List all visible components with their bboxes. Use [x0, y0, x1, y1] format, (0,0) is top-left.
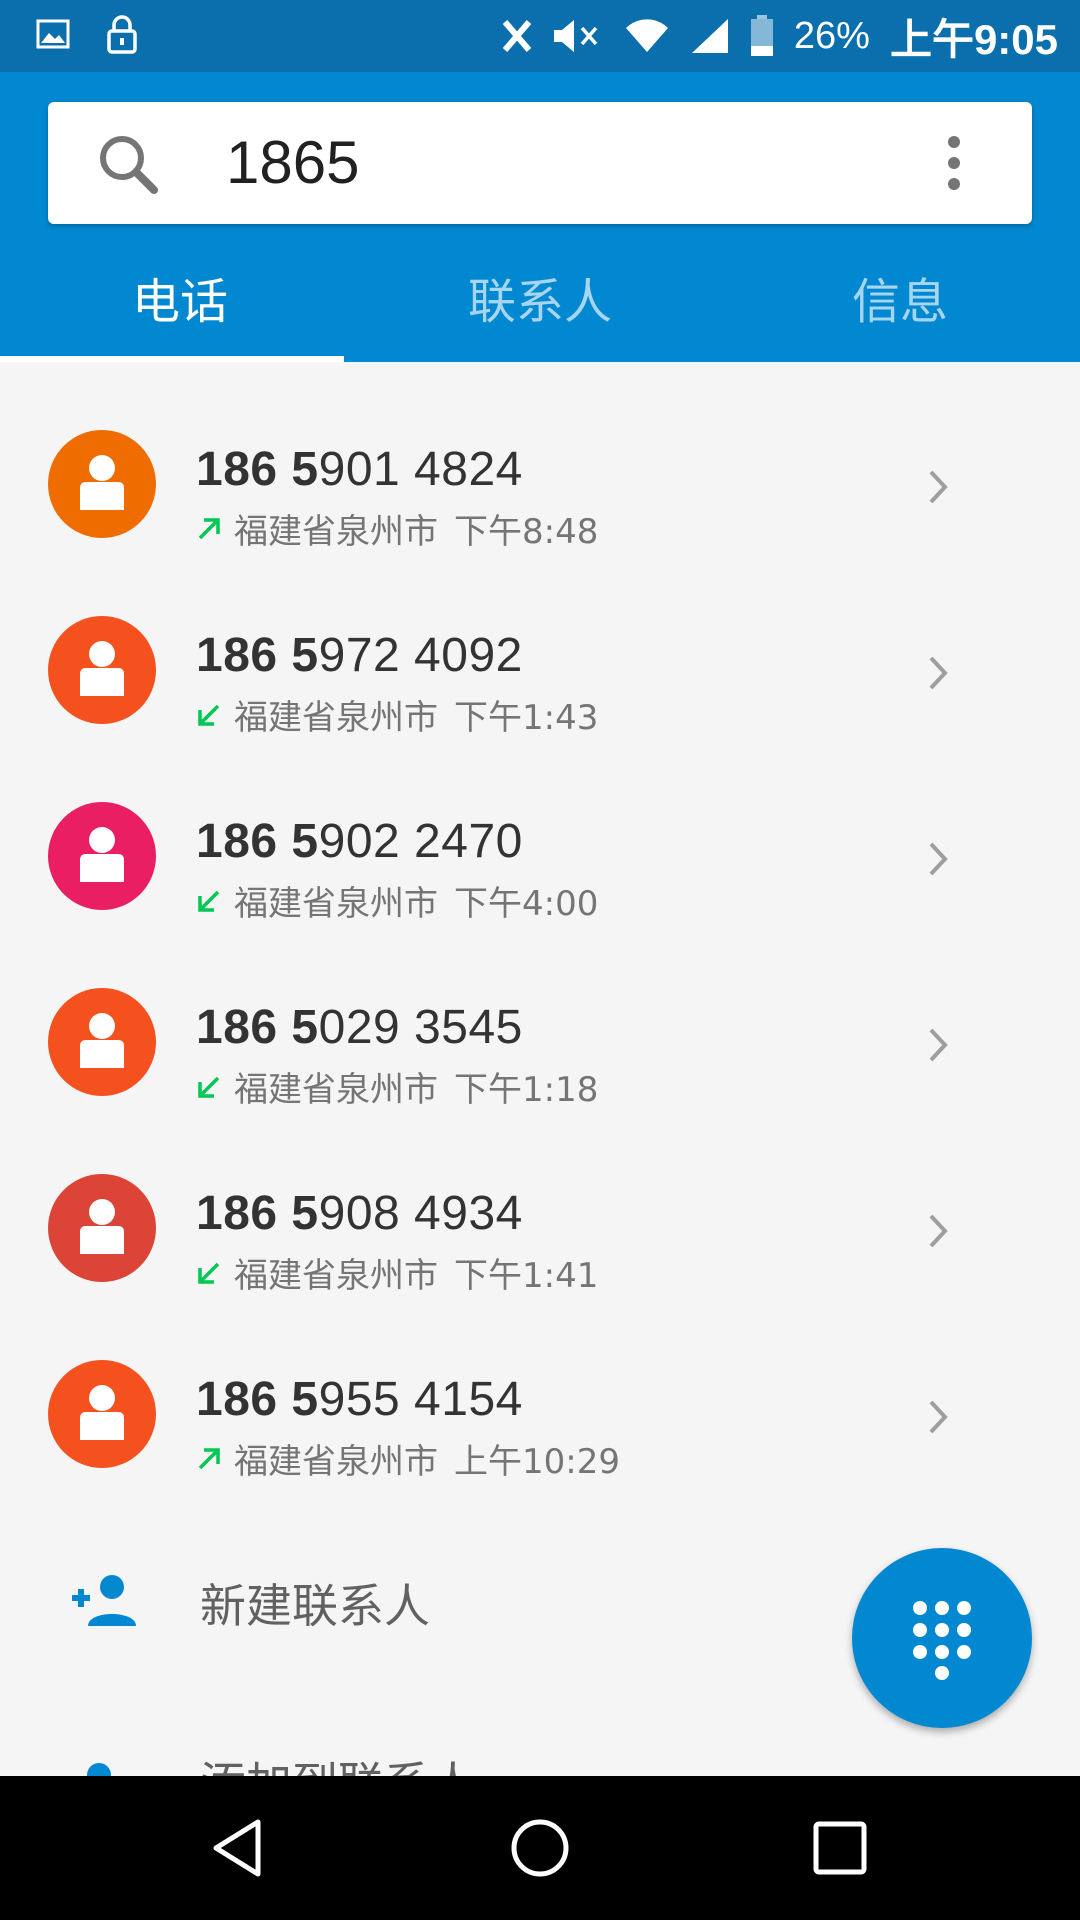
tab-bar: 电话 联系人 信息: [0, 256, 1080, 362]
contact-avatar[interactable]: [48, 616, 156, 724]
person-avatar-icon: [80, 641, 124, 696]
image-notification-icon: [36, 19, 70, 49]
call-details: 福建省泉州市 下午1:18: [196, 1062, 598, 1111]
phone-number-match: 186 5: [196, 815, 319, 868]
dialer-screen: 26% 上午9:05 1865 电话 联系人 信息 186 5901 4824 福…: [0, 0, 1080, 1920]
mute-icon: [553, 20, 598, 52]
contact-avatar[interactable]: [48, 430, 156, 538]
phone-number-match: 186 5: [196, 1187, 319, 1240]
chevron-right-icon[interactable]: [926, 1026, 950, 1064]
battery-icon: [750, 15, 773, 56]
app-header: 1865 电话 联系人 信息: [0, 72, 1080, 362]
phone-number-rest: 902 2470: [318, 815, 523, 868]
call-details: 福建省泉州市 下午1:43: [196, 690, 598, 739]
add-to-contact-label: 添加到联系人: [200, 1748, 476, 1776]
person-icon: [87, 1763, 111, 1776]
navigation-bar: [0, 1776, 1080, 1920]
chevron-right-icon[interactable]: [926, 1212, 950, 1250]
call-log-row[interactable]: 186 5908 4934 福建省泉州市 下午1:41: [0, 1136, 1080, 1322]
call-time: 上午10:29: [454, 1442, 620, 1482]
call-location: 福建省泉州市: [234, 884, 438, 924]
phone-number-match: 186 5: [196, 1373, 319, 1426]
battery-percent: 26%: [793, 14, 870, 57]
call-log-row[interactable]: 186 5955 4154 福建省泉州市 上午10:29: [0, 1322, 1080, 1508]
contact-avatar[interactable]: [48, 1174, 156, 1282]
phone-number: 186 5955 4154: [196, 1372, 523, 1427]
phone-number: 186 5908 4934: [196, 1186, 523, 1241]
outgoing-call-icon: [198, 517, 220, 539]
phone-number: 186 5902 2470: [196, 814, 523, 869]
outgoing-call-icon: [198, 1447, 220, 1469]
call-location: 福建省泉州市: [234, 698, 438, 738]
call-log-list: 186 5901 4824 福建省泉州市 下午8:48 186 5972 4092 福建…: [0, 362, 1080, 1508]
new-contact-label: 新建联系人: [200, 1579, 430, 1633]
x-app-icon: [502, 20, 532, 52]
phone-number-rest: 972 4092: [318, 629, 523, 682]
status-bar: 26% 上午9:05: [0, 0, 1080, 72]
call-details: 福建省泉州市 下午4:00: [196, 876, 598, 925]
phone-number-rest: 901 4824: [318, 443, 523, 496]
dialpad-button[interactable]: [852, 1548, 1032, 1728]
call-location: 福建省泉州市: [234, 1442, 438, 1482]
phone-number-rest: 029 3545: [318, 1001, 523, 1054]
lock-notification-icon: [107, 15, 137, 54]
home-icon[interactable]: [508, 1816, 572, 1880]
more-options-icon[interactable]: [946, 134, 962, 192]
incoming-call-icon: [198, 1076, 220, 1098]
phone-number: 186 5972 4092: [196, 628, 523, 683]
chevron-right-icon[interactable]: [926, 468, 950, 506]
call-time: 下午1:41: [454, 1256, 599, 1296]
call-log-row[interactable]: 186 5901 4824 福建省泉州市 下午8:48: [0, 392, 1080, 578]
person-avatar-icon: [80, 1199, 124, 1254]
signal-icon: [691, 19, 728, 53]
call-location: 福建省泉州市: [234, 512, 438, 552]
search-input[interactable]: 1865: [226, 128, 359, 197]
chevron-right-icon[interactable]: [926, 1398, 950, 1436]
add-person-icon: [72, 1575, 136, 1626]
phone-number-match: 186 5: [196, 1001, 319, 1054]
contact-avatar[interactable]: [48, 1360, 156, 1468]
incoming-call-icon: [198, 704, 220, 726]
call-details: 福建省泉州市 下午1:41: [196, 1248, 598, 1297]
tab-contacts[interactable]: 联系人: [360, 256, 720, 362]
call-time: 下午8:48: [454, 512, 599, 552]
person-avatar-icon: [80, 455, 124, 510]
call-time: 下午4:00: [454, 884, 599, 924]
dialpad-icon: [913, 1601, 971, 1680]
phone-number: 186 5901 4824: [196, 442, 523, 497]
recents-icon[interactable]: [808, 1816, 872, 1880]
call-log-row[interactable]: 186 5972 4092 福建省泉州市 下午1:43: [0, 578, 1080, 764]
call-location: 福建省泉州市: [234, 1256, 438, 1296]
call-log-row[interactable]: 186 5902 2470 福建省泉州市 下午4:00: [0, 764, 1080, 950]
call-time: 下午1:43: [454, 698, 599, 738]
phone-number-rest: 955 4154: [318, 1373, 523, 1426]
chevron-right-icon[interactable]: [926, 840, 950, 878]
search-bar[interactable]: 1865: [48, 102, 1032, 224]
person-avatar-icon: [80, 827, 124, 882]
call-log-row[interactable]: 186 5029 3545 福建省泉州市 下午1:18: [0, 950, 1080, 1136]
chevron-right-icon[interactable]: [926, 654, 950, 692]
clock: 上午9:05: [889, 15, 1058, 63]
phone-number-match: 186 5: [196, 443, 319, 496]
call-location: 福建省泉州市: [234, 1070, 438, 1110]
phone-number-match: 186 5: [196, 629, 319, 682]
incoming-call-icon: [198, 890, 220, 912]
person-avatar-icon: [80, 1013, 124, 1068]
phone-number-rest: 908 4934: [318, 1187, 523, 1240]
tab-phone[interactable]: 电话: [0, 256, 360, 362]
back-icon[interactable]: [206, 1816, 270, 1880]
contact-avatar[interactable]: [48, 988, 156, 1096]
wifi-icon: [625, 19, 668, 52]
phone-number: 186 5029 3545: [196, 1000, 523, 1055]
tab-messages[interactable]: 信息: [720, 256, 1080, 362]
call-time: 下午1:18: [454, 1070, 599, 1110]
search-icon[interactable]: [96, 132, 160, 196]
call-details: 福建省泉州市 下午8:48: [196, 504, 598, 553]
call-details: 福建省泉州市 上午10:29: [196, 1434, 620, 1483]
person-avatar-icon: [80, 1385, 124, 1440]
incoming-call-icon: [198, 1262, 220, 1284]
contact-avatar[interactable]: [48, 802, 156, 910]
